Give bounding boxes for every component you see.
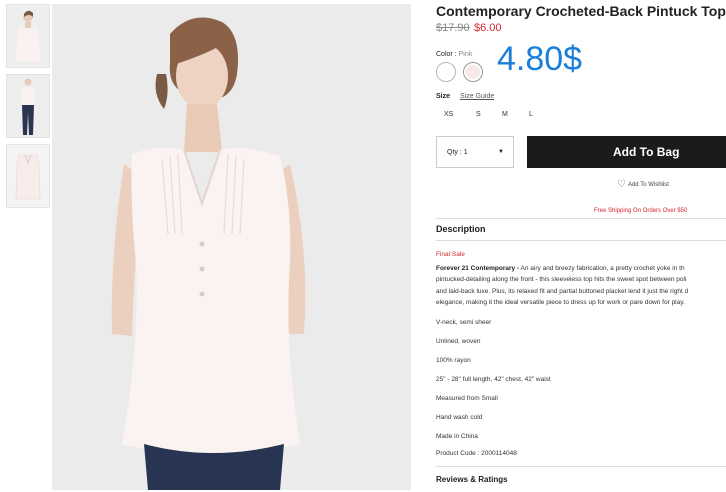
size-guide-link[interactable]: Size Guide — [460, 93, 494, 100]
original-price: $17.90 — [436, 22, 470, 34]
product-info-panel: Contemporary Crocheted-Back Pintuck Top … — [436, 0, 726, 492]
description-body: Forever 21 Contemporary - An airy and br… — [436, 263, 726, 309]
color-label-text: Color : — [436, 51, 457, 58]
thumbnail-full-body[interactable] — [6, 74, 50, 138]
description-heading: Description — [436, 224, 486, 234]
description-line-4: elegance, making it the ideal versatile … — [436, 299, 685, 307]
final-sale-label: Final Sale — [436, 251, 465, 258]
spec-item: Hand wash cold — [436, 414, 483, 421]
color-swatch-pink[interactable] — [463, 62, 483, 82]
description-line-3: and laid-back luxe. Plus, its relaxed fi… — [436, 287, 689, 295]
spec-item: V-neck, semi sheer — [436, 319, 492, 326]
sale-price: $6.00 — [474, 22, 502, 34]
overlay-price-annotation: 4.80$ — [497, 40, 583, 78]
quantity-select[interactable]: Qty : 1 ▼ — [436, 136, 514, 168]
thumbnail-list — [6, 4, 50, 214]
wishlist-label: Add To Wishlist — [627, 182, 669, 188]
spec-item: Measured from Small — [436, 395, 498, 402]
spec-item: Made in China — [436, 433, 478, 440]
color-swatch-white[interactable] — [436, 62, 456, 82]
product-code: Product Code : 2000114048 — [436, 450, 517, 457]
divider — [436, 240, 726, 241]
quantity-value: Qty : 1 — [447, 149, 468, 156]
free-shipping-promo: Free Shipping On Orders Over $50 — [594, 208, 688, 214]
divider — [436, 218, 726, 219]
product-title: Contemporary Crocheted-Back Pintuck Top — [436, 3, 726, 19]
add-to-wishlist-link[interactable]: ♡ Add To Wishlist — [617, 179, 669, 190]
thumbnail-front[interactable] — [6, 4, 50, 68]
description-line-2: pintucked-detailing along the front - th… — [436, 276, 687, 284]
brand-name: Forever 21 Contemporary - — [436, 265, 520, 272]
add-to-bag-label: Add To Bag — [613, 145, 680, 159]
size-label: Size — [436, 93, 451, 100]
divider — [436, 466, 726, 467]
description-line-1: Forever 21 Contemporary - An airy and br… — [436, 263, 726, 274]
color-label: Color : Pink — [436, 51, 472, 58]
thumbnail-flat-lay[interactable] — [6, 144, 50, 208]
description-line-1-text: An airy and breezy fabrication, a pretty… — [519, 265, 685, 272]
color-selected-value: Pink — [458, 51, 473, 58]
spec-item: Unlined, woven — [436, 338, 481, 345]
chevron-down-icon: ▼ — [498, 149, 504, 155]
add-to-bag-button[interactable]: Add To Bag — [527, 136, 726, 168]
size-option-s[interactable]: S — [476, 111, 481, 118]
heart-icon: ♡ — [617, 179, 626, 190]
size-option-l[interactable]: L — [529, 111, 533, 118]
spec-item: 25" - 28" full length, 42" chest, 42" wa… — [436, 376, 551, 383]
size-option-xs[interactable]: XS — [444, 111, 453, 118]
product-main-image[interactable] — [52, 4, 411, 490]
size-option-m[interactable]: M — [502, 111, 508, 118]
spec-item: 100% rayon — [436, 357, 471, 364]
reviews-heading[interactable]: Reviews & Ratings — [436, 475, 508, 484]
